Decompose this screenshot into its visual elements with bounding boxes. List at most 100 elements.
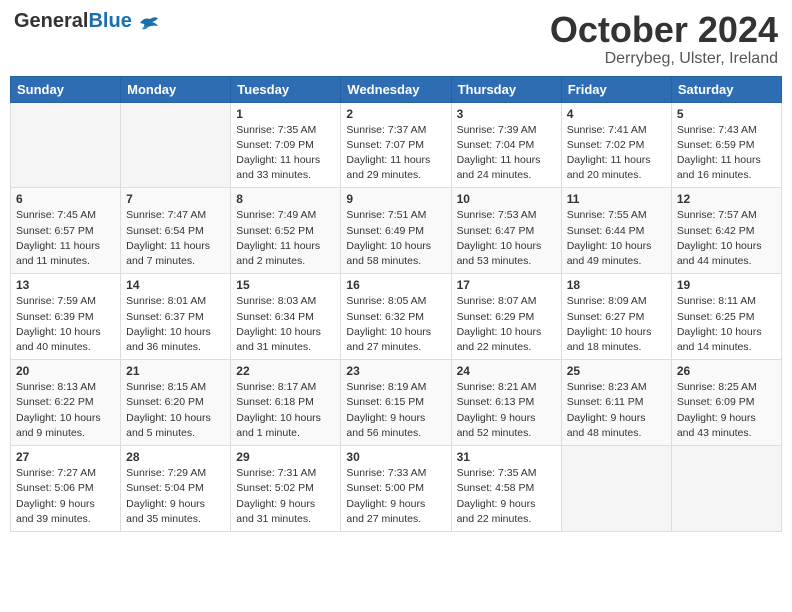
day-info: Sunrise: 7:31 AMSunset: 5:02 PMDaylight:… [236,466,335,527]
calendar-day-cell [561,446,671,532]
calendar-day-cell: 26 Sunrise: 8:25 AMSunset: 6:09 PMDayligh… [671,360,781,446]
month-title: October 2024 [550,10,778,50]
day-number: 15 [236,278,335,292]
day-info: Sunrise: 8:03 AMSunset: 6:34 PMDaylight:… [236,294,335,355]
calendar-week-row: 1 Sunrise: 7:35 AMSunset: 7:09 PMDaylight… [11,102,782,188]
calendar-day-cell: 14Sunrise: 8:01 AMSunset: 6:37 PMDayligh… [121,274,231,360]
calendar-header-saturday: Saturday [671,76,781,102]
day-number: 17 [457,278,556,292]
day-number: 2 [346,107,445,121]
calendar-day-cell: 2 Sunrise: 7:37 AMSunset: 7:07 PMDaylight… [341,102,451,188]
calendar-header-monday: Monday [121,76,231,102]
day-number: 24 [457,364,556,378]
day-info: Sunrise: 7:27 AMSunset: 5:06 PMDaylight:… [16,466,115,527]
calendar-table: SundayMondayTuesdayWednesdayThursdayFrid… [10,76,782,532]
logo-blue: Blue [88,10,131,32]
calendar-day-cell: 1 Sunrise: 7:35 AMSunset: 7:09 PMDaylight… [231,102,341,188]
day-number: 20 [16,364,115,378]
calendar-day-cell: 10Sunrise: 7:53 AMSunset: 6:47 PMDayligh… [451,188,561,274]
day-info: Sunrise: 8:21 AMSunset: 6:13 PMDaylight:… [457,380,556,441]
day-info: Sunrise: 7:59 AMSunset: 6:39 PMDaylight:… [16,294,115,355]
day-info: Sunrise: 8:09 AMSunset: 6:27 PMDaylight:… [567,294,666,355]
calendar-header-row: SundayMondayTuesdayWednesdayThursdayFrid… [11,76,782,102]
day-info: Sunrise: 8:11 AMSunset: 6:25 PMDaylight:… [677,294,776,355]
day-number: 11 [567,192,666,206]
day-number: 7 [126,192,225,206]
day-info: Sunrise: 8:05 AMSunset: 6:32 PMDaylight:… [346,294,445,355]
calendar-day-cell: 25 Sunrise: 8:23 AMSunset: 6:11 PMDayligh… [561,360,671,446]
day-info: Sunrise: 7:33 AMSunset: 5:00 PMDaylight:… [346,466,445,527]
day-info: Sunrise: 7:41 AMSunset: 7:02 PMDaylight:… [567,123,666,184]
day-info: Sunrise: 7:37 AMSunset: 7:07 PMDaylight:… [346,123,445,184]
calendar-day-cell: 6Sunrise: 7:45 AMSunset: 6:57 PMDaylight… [11,188,121,274]
day-info: Sunrise: 7:55 AMSunset: 6:44 PMDaylight:… [567,208,666,269]
calendar-week-row: 13 Sunrise: 7:59 AMSunset: 6:39 PMDayligh… [11,274,782,360]
day-number: 9 [346,192,445,206]
day-info: Sunrise: 7:35 AMSunset: 4:58 PMDaylight:… [457,466,556,527]
day-number: 16 [346,278,445,292]
day-number: 29 [236,450,335,464]
day-info: Sunrise: 8:25 AMSunset: 6:09 PMDaylight:… [677,380,776,441]
calendar-day-cell [121,102,231,188]
calendar-day-cell: 11 Sunrise: 7:55 AMSunset: 6:44 PMDayligh… [561,188,671,274]
calendar-day-cell: 8Sunrise: 7:49 AMSunset: 6:52 PMDaylight… [231,188,341,274]
calendar-day-cell [11,102,121,188]
day-number: 5 [677,107,776,121]
calendar-day-cell: 28Sunrise: 7:29 AMSunset: 5:04 PMDayligh… [121,446,231,532]
day-info: Sunrise: 8:01 AMSunset: 6:37 PMDaylight:… [126,294,225,355]
day-info: Sunrise: 7:35 AMSunset: 7:09 PMDaylight:… [236,123,335,184]
calendar-week-row: 20 Sunrise: 8:13 AMSunset: 6:22 PMDayligh… [11,360,782,446]
logo: GeneralBlue [14,10,160,33]
calendar-day-cell: 7 Sunrise: 7:47 AMSunset: 6:54 PMDaylight… [121,188,231,274]
day-number: 12 [677,192,776,206]
calendar-day-cell: 12Sunrise: 7:57 AMSunset: 6:42 PMDayligh… [671,188,781,274]
day-info: Sunrise: 8:13 AMSunset: 6:22 PMDaylight:… [16,380,115,441]
day-number: 23 [346,364,445,378]
calendar-day-cell: 22 Sunrise: 8:17 AMSunset: 6:18 PMDayligh… [231,360,341,446]
day-number: 26 [677,364,776,378]
day-info: Sunrise: 7:51 AMSunset: 6:49 PMDaylight:… [346,208,445,269]
location: Derrybeg, Ulster, Ireland [550,50,778,68]
calendar-header-sunday: Sunday [11,76,121,102]
day-number: 30 [346,450,445,464]
day-info: Sunrise: 7:47 AMSunset: 6:54 PMDaylight:… [126,208,225,269]
day-info: Sunrise: 8:17 AMSunset: 6:18 PMDaylight:… [236,380,335,441]
day-number: 3 [457,107,556,121]
page-header: GeneralBlue October 2024 Derrybeg, Ulste… [10,10,782,68]
day-number: 22 [236,364,335,378]
calendar-day-cell: 4 Sunrise: 7:41 AMSunset: 7:02 PMDaylight… [561,102,671,188]
day-info: Sunrise: 8:07 AMSunset: 6:29 PMDaylight:… [457,294,556,355]
day-info: Sunrise: 7:53 AMSunset: 6:47 PMDaylight:… [457,208,556,269]
day-number: 8 [236,192,335,206]
calendar-day-cell: 16 Sunrise: 8:05 AMSunset: 6:32 PMDayligh… [341,274,451,360]
day-info: Sunrise: 8:23 AMSunset: 6:11 PMDaylight:… [567,380,666,441]
day-number: 6 [16,192,115,206]
day-info: Sunrise: 8:19 AMSunset: 6:15 PMDaylight:… [346,380,445,441]
calendar-day-cell: 29 Sunrise: 7:31 AMSunset: 5:02 PMDayligh… [231,446,341,532]
day-number: 1 [236,107,335,121]
calendar-day-cell: 23 Sunrise: 8:19 AMSunset: 6:15 PMDayligh… [341,360,451,446]
calendar-day-cell: 13 Sunrise: 7:59 AMSunset: 6:39 PMDayligh… [11,274,121,360]
day-info: Sunrise: 7:39 AMSunset: 7:04 PMDaylight:… [457,123,556,184]
day-info: Sunrise: 7:29 AMSunset: 5:04 PMDaylight:… [126,466,225,527]
calendar-day-cell: 30 Sunrise: 7:33 AMSunset: 5:00 PMDayligh… [341,446,451,532]
day-number: 4 [567,107,666,121]
day-number: 19 [677,278,776,292]
calendar-day-cell: 17 Sunrise: 8:07 AMSunset: 6:29 PMDayligh… [451,274,561,360]
day-number: 31 [457,450,556,464]
day-info: Sunrise: 8:15 AMSunset: 6:20 PMDaylight:… [126,380,225,441]
logo-general: General [14,10,88,32]
calendar-day-cell: 15 Sunrise: 8:03 AMSunset: 6:34 PMDayligh… [231,274,341,360]
day-number: 18 [567,278,666,292]
calendar-day-cell: 3 Sunrise: 7:39 AMSunset: 7:04 PMDaylight… [451,102,561,188]
day-number: 13 [16,278,115,292]
logo-bird-icon [138,15,160,31]
calendar-day-cell: 24 Sunrise: 8:21 AMSunset: 6:13 PMDayligh… [451,360,561,446]
calendar-header-wednesday: Wednesday [341,76,451,102]
day-number: 25 [567,364,666,378]
calendar-day-cell: 18 Sunrise: 8:09 AMSunset: 6:27 PMDayligh… [561,274,671,360]
calendar-day-cell [671,446,781,532]
calendar-week-row: 27Sunrise: 7:27 AMSunset: 5:06 PMDayligh… [11,446,782,532]
calendar-day-cell: 20 Sunrise: 8:13 AMSunset: 6:22 PMDayligh… [11,360,121,446]
calendar-header-tuesday: Tuesday [231,76,341,102]
